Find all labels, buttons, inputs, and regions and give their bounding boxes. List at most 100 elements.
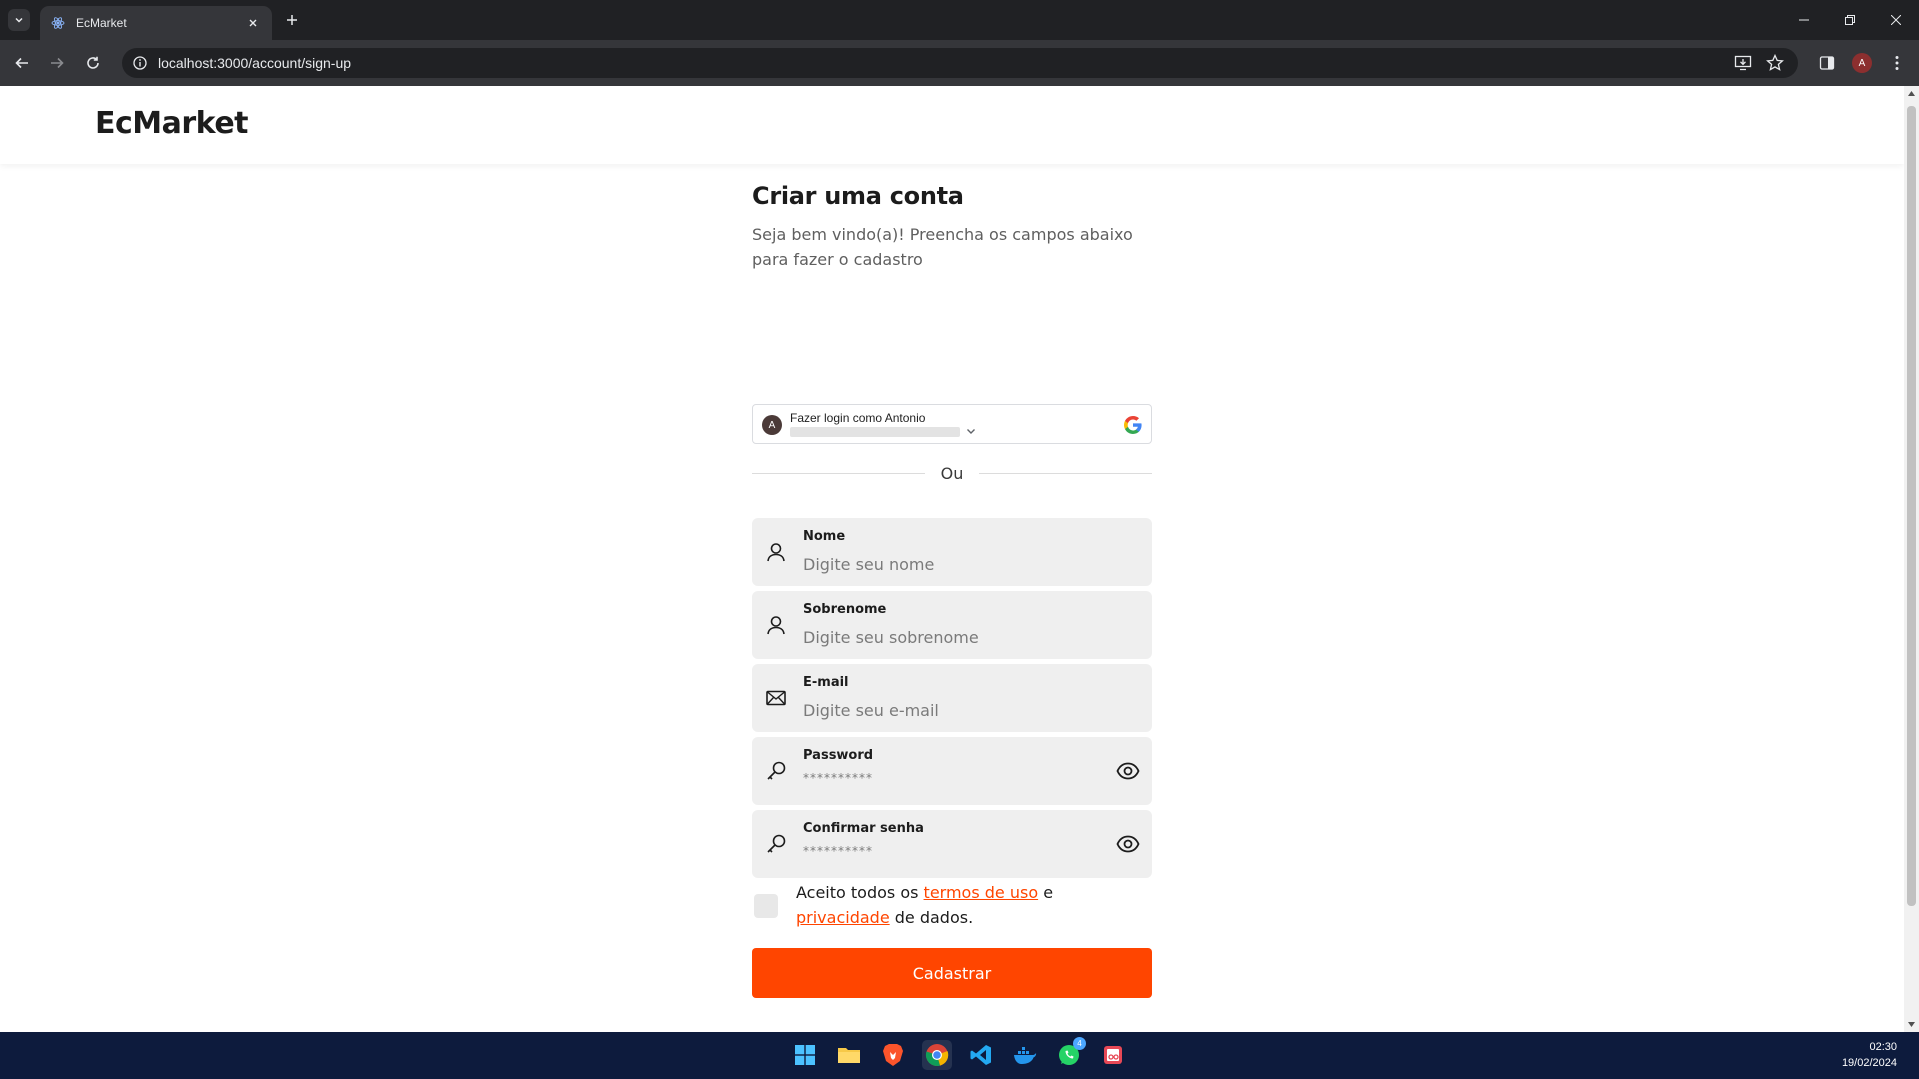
site-info-icon[interactable] (132, 55, 148, 71)
back-button[interactable] (11, 52, 33, 74)
arrow-left-icon (15, 57, 28, 69)
minimize-button[interactable] (1781, 0, 1827, 40)
brave-lion-icon (883, 1044, 903, 1066)
install-app-icon[interactable] (1734, 54, 1752, 76)
last-name-field[interactable]: Sobrenome (752, 591, 1152, 659)
google-sign-in-label: Fazer login como Antonio (790, 411, 926, 425)
page-scrollbar[interactable] (1904, 86, 1919, 1032)
divider-line (979, 473, 1152, 474)
close-tab-icon[interactable] (244, 14, 262, 32)
google-account-avatar: A (762, 415, 782, 435)
scroll-down-icon[interactable] (1907, 1020, 1916, 1029)
taskbar-docker[interactable] (1010, 1040, 1040, 1070)
reload-icon (87, 56, 99, 69)
close-icon (1891, 15, 1901, 25)
docker-whale-icon (1014, 1047, 1037, 1064)
first-name-field[interactable]: Nome (752, 518, 1152, 586)
submit-button[interactable]: Cadastrar (752, 948, 1152, 998)
react-icon (50, 15, 66, 31)
page-viewport: EcMarket Criar uma conta Seja bem vindo(… (0, 86, 1904, 1032)
browser-tab[interactable]: EcMarket (40, 6, 272, 40)
minimize-icon (1799, 19, 1809, 21)
last-name-input[interactable] (803, 624, 1103, 650)
email-input[interactable] (803, 697, 1103, 723)
taskbar-apps: 4 (790, 1037, 1128, 1070)
first-name-input[interactable] (803, 551, 1103, 577)
more-vertical-icon (1895, 56, 1899, 70)
taskbar-clock[interactable]: 02:30 19/02/2024 (1842, 1039, 1897, 1071)
tab-title: EcMarket (76, 16, 127, 30)
reload-button[interactable] (82, 52, 104, 74)
taskbar-brave-browser[interactable] (878, 1040, 908, 1070)
page-subtitle: Seja bem vindo(a)! Preencha os campos ab… (752, 225, 1133, 269)
browser-toolbar: localhost:3000/account/sign-up A (0, 40, 1919, 86)
terms-of-use-link[interactable]: termos de uso (924, 883, 1039, 902)
confirm-password-field[interactable]: Confirmar senha ********** (752, 810, 1152, 878)
confirm-password-input[interactable]: ********** (803, 844, 873, 858)
folder-icon (838, 1048, 860, 1063)
chevron-down-icon (15, 17, 23, 23)
url-text: localhost:3000/account/sign-up (158, 55, 352, 71)
window-controls (1781, 0, 1919, 40)
eye-icon[interactable] (1116, 832, 1140, 856)
browser-tab-bar: EcMarket (0, 0, 1919, 40)
snipping-tool-icon (1104, 1046, 1122, 1064)
site-header: EcMarket (0, 86, 1904, 164)
terms-agreement: Aceito todos os termos de uso e privacid… (752, 880, 1152, 930)
restore-button[interactable] (1827, 0, 1873, 40)
terms-suffix: de dados. (889, 908, 974, 927)
email-label: E-mail (803, 675, 849, 690)
key-icon (764, 832, 788, 856)
first-name-label: Nome (803, 529, 846, 544)
side-panel-button[interactable] (1816, 52, 1838, 74)
tab-search-button[interactable] (8, 9, 30, 31)
forward-button[interactable] (46, 52, 68, 74)
scroll-thumb[interactable] (1907, 106, 1916, 906)
google-account-email-redacted (790, 427, 960, 437)
plus-icon (287, 15, 297, 25)
bookmark-star-icon[interactable] (1766, 53, 1784, 76)
new-tab-button[interactable] (282, 10, 302, 30)
restore-icon (1845, 15, 1855, 25)
terms-checkbox[interactable] (754, 894, 778, 918)
last-name-label: Sobrenome (803, 602, 887, 617)
arrow-right-icon (51, 57, 64, 69)
password-label: Password (803, 748, 874, 763)
key-icon (764, 759, 788, 783)
password-input[interactable]: ********** (803, 771, 873, 785)
google-logo-icon (1124, 416, 1142, 434)
taskbar-chrome[interactable] (922, 1040, 952, 1070)
user-icon (764, 613, 788, 637)
scroll-up-icon[interactable] (1907, 89, 1916, 98)
clock-time: 02:30 (1869, 1041, 1897, 1053)
taskbar-snipping-tool[interactable] (1098, 1040, 1128, 1070)
terms-text: Aceito todos os termos de uso e privacid… (796, 880, 1146, 930)
taskbar-file-explorer[interactable] (834, 1040, 864, 1070)
vscode-icon (970, 1045, 991, 1065)
chevron-down-icon[interactable] (965, 425, 977, 437)
side-panel-icon (1819, 56, 1835, 70)
signup-form: Criar uma conta Seja bem vindo(a)! Preen… (752, 182, 1152, 998)
site-logo[interactable]: EcMarket (95, 106, 249, 141)
profile-button[interactable]: A (1851, 52, 1873, 74)
email-field[interactable]: E-mail (752, 664, 1152, 732)
taskbar-vscode[interactable] (966, 1040, 996, 1070)
windows-icon (795, 1045, 815, 1065)
chrome-icon (925, 1044, 949, 1067)
address-bar[interactable]: localhost:3000/account/sign-up (122, 48, 1798, 78)
confirm-password-label: Confirmar senha (803, 821, 924, 836)
start-button[interactable] (790, 1040, 820, 1070)
profile-avatar: A (1852, 53, 1872, 73)
browser-menu-button[interactable] (1886, 52, 1908, 74)
google-sign-in-button[interactable]: A Fazer login como Antonio (752, 404, 1152, 444)
close-window-button[interactable] (1873, 0, 1919, 40)
address-bar-actions (1734, 53, 1784, 76)
password-field[interactable]: Password ********** (752, 737, 1152, 805)
taskbar-whatsapp[interactable]: 4 (1054, 1037, 1086, 1070)
privacy-link[interactable]: privacidade (796, 908, 890, 927)
clock-date: 19/02/2024 (1841, 1057, 1897, 1069)
user-icon (764, 540, 788, 564)
terms-prefix: Aceito todos os (796, 883, 924, 902)
eye-icon[interactable] (1116, 759, 1140, 783)
mail-icon (764, 686, 788, 710)
